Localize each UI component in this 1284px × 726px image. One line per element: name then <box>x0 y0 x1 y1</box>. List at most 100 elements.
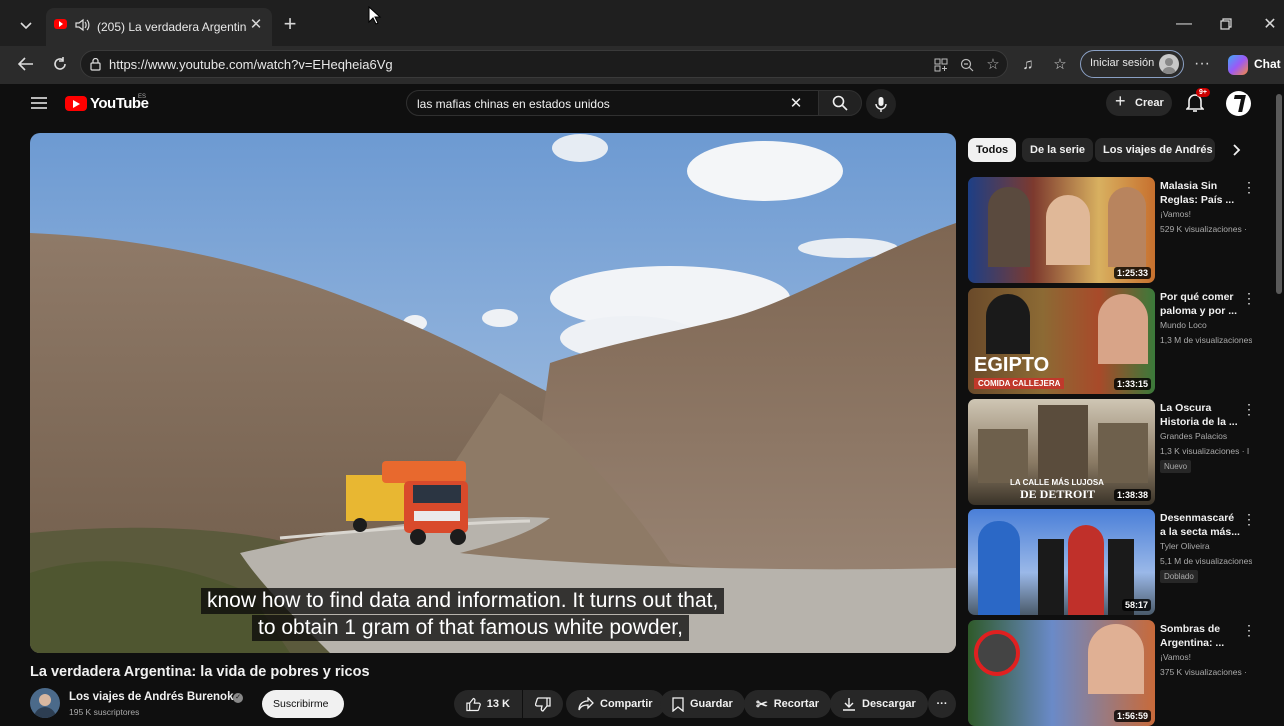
video-thumbnail[interactable]: LA CALLE MÁS LUJOSA DE DETROIT 1:38:38 <box>968 399 1155 505</box>
recommendation-title[interactable]: La Oscura Historia de la ... <box>1160 401 1240 429</box>
url-text: https://www.youtube.com/watch?v=EHeqheia… <box>109 57 393 72</box>
search-button[interactable] <box>818 90 862 116</box>
more-menu-icon[interactable]: ··· <box>1192 54 1212 74</box>
video-thumbnail[interactable]: 1:25:33 <box>968 177 1155 283</box>
recommendation-channel[interactable]: Tyler Oliveira <box>1160 541 1252 551</box>
recommendation-views: 375 K visualizaciones · <box>1160 667 1247 677</box>
recommendation-channel[interactable]: ¡Vamos! <box>1160 652 1252 662</box>
chip-channel[interactable]: Los viajes de Andrés B <box>1095 138 1215 162</box>
favorites-icon[interactable]: ☆ <box>1050 54 1070 74</box>
more-horiz-icon: ··· <box>936 698 948 710</box>
recommendation-item[interactable]: LA CALLE MÁS LUJOSA DE DETROIT 1:38:38 L… <box>968 399 1284 505</box>
speaker-icon[interactable] <box>74 18 90 32</box>
recommendation-title[interactable]: Desenmascaré a la secta más... <box>1160 511 1240 539</box>
tab-active[interactable]: (205) La verdadera Argentina: ✕ <box>46 8 272 46</box>
page-scrollbar[interactable] <box>1276 94 1282 294</box>
app-available-icon[interactable] <box>933 57 949 73</box>
recommendation-item[interactable]: 58:17 Desenmascaré a la secta más... Tyl… <box>968 509 1284 615</box>
subscribe-button[interactable]: Suscribirme <box>262 690 344 718</box>
like-button[interactable]: 13 K <box>454 690 522 718</box>
share-label: Compartir <box>600 698 653 710</box>
create-button[interactable]: + Crear <box>1106 90 1172 116</box>
tab-close-icon[interactable]: ✕ <box>248 16 264 33</box>
channel-name[interactable]: Los viajes de Andrés Burenok <box>69 691 233 703</box>
save-label: Guardar <box>690 698 733 710</box>
signin-button[interactable]: Iniciar sesión <box>1080 50 1184 78</box>
save-button[interactable]: Guardar <box>660 690 745 718</box>
microphone-icon <box>875 97 887 112</box>
browser-toolbar: https://www.youtube.com/watch?v=EHeqheia… <box>0 46 1284 84</box>
address-bar[interactable]: https://www.youtube.com/watch?v=EHeqheia… <box>80 50 1008 78</box>
subtitle-line-1: know how to find data and information. I… <box>201 588 725 614</box>
favorite-star-icon[interactable]: ☆ <box>985 56 1001 73</box>
search-box[interactable]: las mafias chinas en estados unidos ✕ <box>406 90 826 116</box>
signin-label: Iniciar sesión <box>1090 57 1155 69</box>
recommendation-item[interactable]: EGIPTO COMIDA CALLEJERA 1:33:15 Por qué … <box>968 288 1284 394</box>
profile-avatar-icon <box>1159 54 1179 74</box>
more-vert-icon[interactable]: ⋮ <box>1242 179 1256 196</box>
youtube-logo[interactable]: YouTube ES <box>65 94 155 114</box>
youtube-play-icon <box>65 96 87 111</box>
recommendation-channel[interactable]: Mundo Loco <box>1160 320 1252 330</box>
subtitle-line-2: to obtain 1 gram of that famous white po… <box>252 615 689 641</box>
chip-todos[interactable]: Todos <box>968 138 1017 162</box>
recommendation-channel[interactable]: Grandes Palacios <box>1160 431 1252 441</box>
video-thumbnail[interactable]: EGIPTO COMIDA CALLEJERA 1:33:15 <box>968 288 1155 394</box>
recommendation-title[interactable]: Malasia Sin Reglas: País ... <box>1160 179 1240 207</box>
youtube-region: ES <box>138 94 147 100</box>
chips-next-chevron-icon[interactable] <box>1228 141 1246 159</box>
lock-icon[interactable] <box>90 57 101 76</box>
channel-avatar[interactable] <box>30 688 60 718</box>
reading-view-icon[interactable]: ♫ <box>1018 54 1038 74</box>
back-icon[interactable] <box>16 54 36 74</box>
recommendation-item[interactable]: 1:56:59 Sombras de Argentina: ... ¡Vamos… <box>968 620 1284 726</box>
recommendation-views: 529 K visualizaciones · <box>1160 224 1247 234</box>
recommendation-channel[interactable]: ¡Vamos! <box>1160 209 1252 219</box>
download-button[interactable]: Descargar <box>830 690 928 718</box>
voice-search-button[interactable] <box>866 89 896 119</box>
more-actions-button[interactable]: ··· <box>928 690 956 718</box>
video-duration: 1:38:38 <box>1113 489 1151 501</box>
clip-button[interactable]: ✂ Recortar <box>744 690 831 718</box>
notifications-button[interactable]: 9+ <box>1185 88 1210 116</box>
more-vert-icon[interactable]: ⋮ <box>1242 290 1256 307</box>
like-count: 13 K <box>486 698 510 710</box>
window-close-icon[interactable]: ✕ <box>1260 14 1280 34</box>
video-frame-landscape <box>30 133 956 653</box>
more-vert-icon[interactable]: ⋮ <box>1242 622 1256 639</box>
search-input[interactable]: las mafias chinas en estados unidos <box>417 97 610 111</box>
restore-icon[interactable] <box>1218 16 1234 32</box>
tab-list-chevron-icon[interactable] <box>14 14 38 38</box>
video-thumbnail[interactable]: 58:17 <box>968 509 1155 615</box>
video-thumbnail[interactable]: 1:56:59 <box>968 620 1155 726</box>
chip-de-la-serie[interactable]: De la serie <box>1022 138 1094 162</box>
menu-hamburger-icon[interactable] <box>30 94 48 112</box>
dislike-button[interactable] <box>523 690 563 718</box>
video-player[interactable]: know how to find data and information. I… <box>30 133 956 653</box>
copilot-icon[interactable] <box>1228 55 1248 75</box>
chat-label[interactable]: Chat <box>1254 57 1281 71</box>
recommendation-item[interactable]: 1:25:33 Malasia Sin Reglas: País ... ¡Va… <box>968 177 1284 283</box>
download-label: Descargar <box>862 698 916 710</box>
more-vert-icon[interactable]: ⋮ <box>1242 401 1256 418</box>
new-tab-icon[interactable]: + <box>280 11 300 36</box>
recommendation-title[interactable]: Sombras de Argentina: ... <box>1160 622 1240 650</box>
zoom-icon[interactable] <box>959 57 975 73</box>
more-vert-icon[interactable]: ⋮ <box>1242 511 1256 528</box>
thumbnail-overlay-text: EGIPTO <box>974 354 1050 376</box>
youtube-page: YouTube ES las mafias chinas en estados … <box>8 84 1284 726</box>
browser-tab-bar: (205) La verdadera Argentina: ✕ + — ✕ <box>0 0 1284 46</box>
new-badge: Nuevo <box>1160 460 1192 473</box>
minimize-icon[interactable]: — <box>1174 14 1194 34</box>
refresh-icon[interactable] <box>50 54 70 74</box>
bookmark-icon <box>672 696 684 712</box>
account-avatar-icon[interactable] <box>1226 91 1251 116</box>
clear-search-icon[interactable]: ✕ <box>787 94 805 112</box>
notification-count-badge: 9+ <box>1196 88 1210 97</box>
share-button[interactable]: Compartir <box>566 690 665 718</box>
recommendation-views: 1,3 M de visualizaciones <box>1160 335 1252 345</box>
video-duration: 1:56:59 <box>1113 710 1151 722</box>
recommendation-title[interactable]: Por qué comer paloma y por ... <box>1160 290 1240 318</box>
search-icon <box>832 95 848 111</box>
subscribe-label: Suscribirme <box>273 698 329 710</box>
